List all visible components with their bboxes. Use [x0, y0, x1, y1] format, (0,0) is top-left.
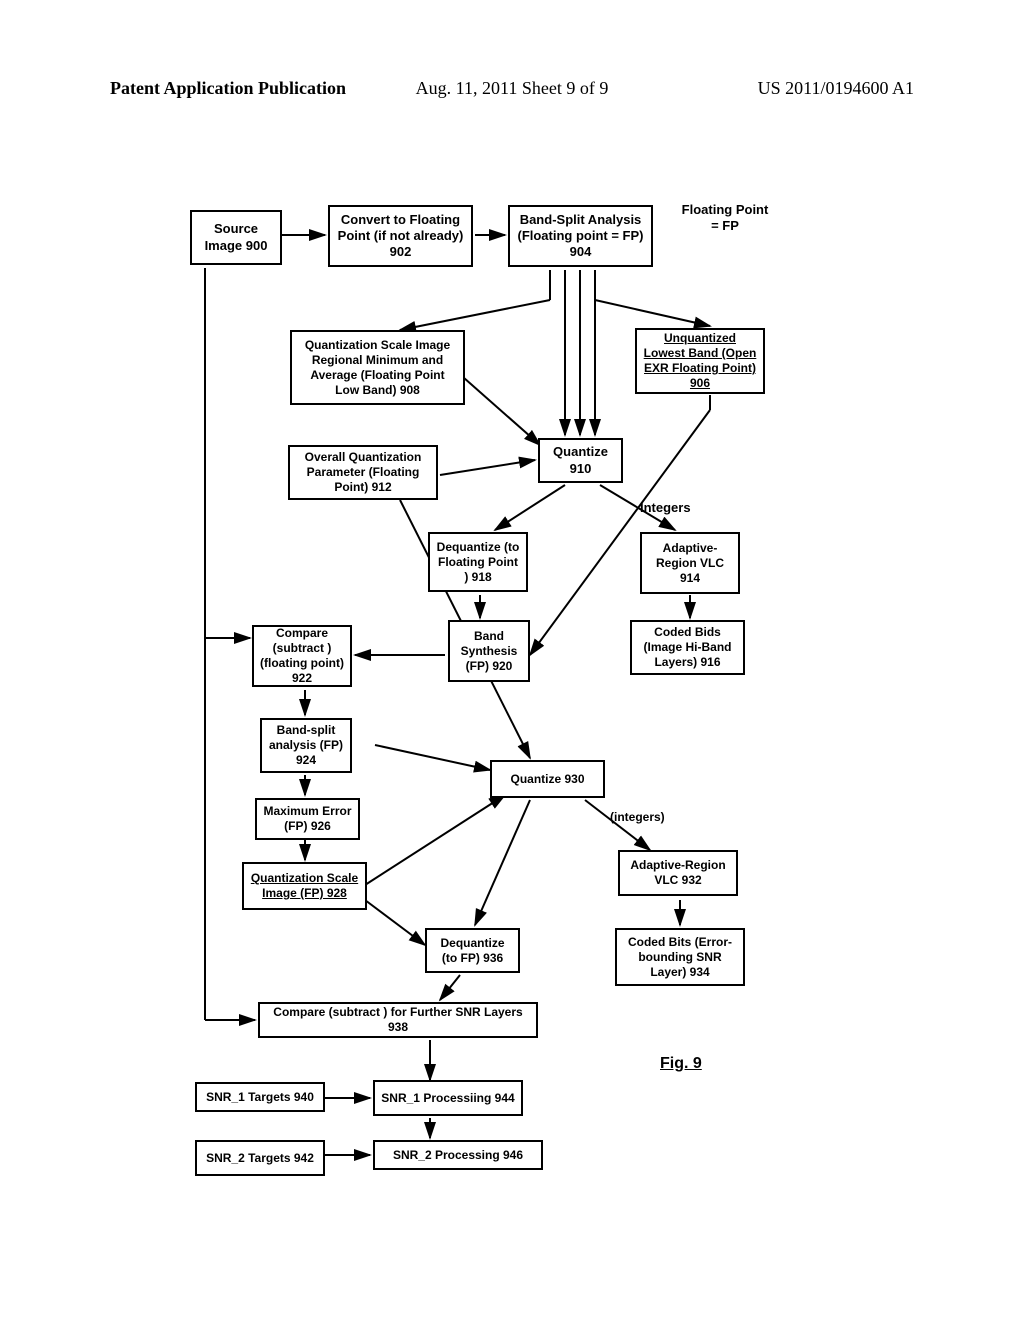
box-max-error: Maximum Error (FP) 926 — [255, 798, 360, 840]
box-snr2-processing: SNR_2 Processing 946 — [373, 1140, 543, 1170]
box-coded-bits-snr: Coded Bits (Error-bounding SNR Layer) 93… — [615, 928, 745, 986]
box-snr1-processing: SNR_1 Processiing 944 — [373, 1080, 523, 1116]
box-quantize: Quantize 910 — [538, 438, 623, 483]
box-convert-fp: Convert to Floating Point (if not alread… — [328, 205, 473, 267]
box-quantize-2: Quantize 930 — [490, 760, 605, 798]
box-adaptive-region-vlc-2: Adaptive-Region VLC 932 — [618, 850, 738, 896]
box-overall-quant-param: Overall Quantization Parameter (Floating… — [288, 445, 438, 500]
header-center: Aug. 11, 2011 Sheet 9 of 9 — [416, 78, 609, 99]
label-integers: Integers — [640, 500, 691, 516]
box-unquantized-lowest-band: Unquantized Lowest Band (Open EXR Floati… — [635, 328, 765, 394]
label-integers-2: (integers) — [610, 810, 665, 824]
box-compare-further-snr: Compare (subtract ) for Further SNR Laye… — [258, 1002, 538, 1038]
box-band-split-analysis: Band-Split Analysis (Floating point = FP… — [508, 205, 653, 267]
box-quant-scale-image: Quantization Scale Image Regional Minimu… — [290, 330, 465, 405]
connector-arrows — [170, 200, 890, 1200]
box-snr1-targets: SNR_1 Targets 940 — [195, 1082, 325, 1112]
header-right: US 2011/0194600 A1 — [758, 78, 914, 99]
flowchart-diagram: Source Image 900 Convert to Floating Poi… — [170, 200, 890, 1200]
figure-label: Fig. 9 — [660, 1055, 702, 1073]
box-adaptive-region-vlc: Adaptive-Region VLC 914 — [640, 532, 740, 594]
box-dequantize: Dequantize (to Floating Point ) 918 — [428, 532, 528, 592]
box-quant-scale-image-2: Quantization Scale Image (FP) 928 — [242, 862, 367, 910]
label-fp: Floating Point = FP — [680, 202, 770, 233]
box-band-synthesis: Band Synthesis (FP) 920 — [448, 620, 530, 682]
box-coded-bits-hiband: Coded Bids (Image Hi-Band Layers) 916 — [630, 620, 745, 675]
box-dequantize-2: Dequantize (to FP) 936 — [425, 928, 520, 973]
box-source-image: Source Image 900 — [190, 210, 282, 265]
header-left: Patent Application Publication — [110, 78, 346, 99]
box-compare: Compare (subtract )(floating point) 922 — [252, 625, 352, 687]
box-snr2-targets: SNR_2 Targets 942 — [195, 1140, 325, 1176]
box-band-split-analysis-2: Band-split analysis (FP) 924 — [260, 718, 352, 773]
